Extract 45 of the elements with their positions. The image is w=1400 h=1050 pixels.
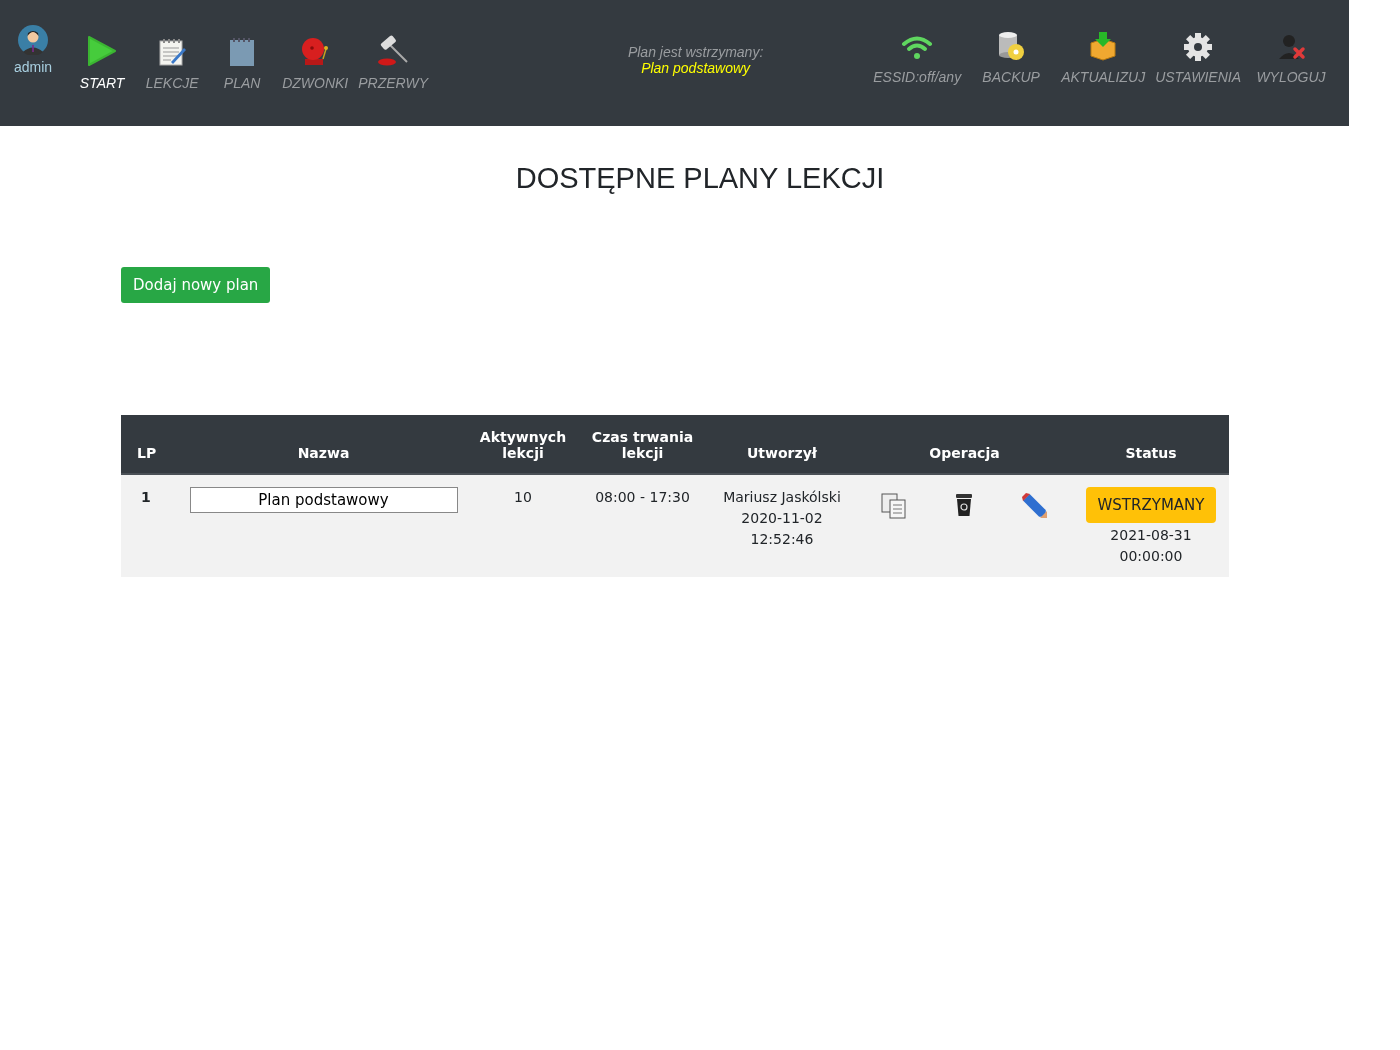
table-cell-text: 2020-11-02 bbox=[740, 509, 824, 528]
table-cell-text: 12:52:46 bbox=[749, 530, 815, 549]
nav-item[interactable]: DZWONKI bbox=[278, 35, 353, 91]
table-cell: 1 bbox=[121, 474, 178, 577]
database-disc-icon bbox=[997, 31, 1026, 61]
play-icon bbox=[87, 35, 118, 67]
user-remove-icon bbox=[1276, 33, 1306, 61]
table-cell: 08:00 - 17:30 bbox=[577, 474, 708, 577]
trash-icon[interactable] bbox=[954, 493, 975, 517]
column-header: Aktywnych lekcji bbox=[469, 415, 577, 474]
nav-item[interactable]: USTAWIENIA bbox=[1151, 33, 1245, 85]
settings-icon bbox=[1184, 33, 1213, 61]
pencil-icon[interactable] bbox=[1022, 493, 1048, 519]
column-header: Operacja bbox=[856, 415, 1073, 474]
nav-item[interactable]: PRZERWY bbox=[354, 35, 432, 91]
copy-icon[interactable] bbox=[880, 493, 907, 519]
wifi-icon bbox=[901, 35, 934, 61]
nav-item[interactable]: START bbox=[68, 35, 137, 91]
user-avatar-icon bbox=[18, 25, 49, 55]
user-name: admin bbox=[14, 59, 53, 75]
add-plan-button[interactable]: Dodaj nowy plan bbox=[121, 267, 271, 303]
plan-name-field[interactable]: Plan podstawowy bbox=[189, 487, 458, 513]
user-link[interactable]: admin bbox=[10, 25, 57, 91]
nav-item[interactable]: PLAN bbox=[208, 37, 277, 91]
nav-item[interactable]: BACKUP bbox=[967, 31, 1056, 85]
nav-item[interactable]: ESSID:off/any bbox=[869, 35, 966, 85]
notebook-icon bbox=[229, 37, 256, 67]
table-cell-text: Mariusz Jaskólski bbox=[722, 488, 842, 507]
table-cell-text: 2021-08-31 bbox=[1109, 526, 1193, 545]
column-header: Utworzył bbox=[708, 415, 856, 474]
column-header: LP bbox=[121, 415, 178, 474]
status-button[interactable]: WSTRZYMANY bbox=[1085, 487, 1217, 523]
box-download-icon bbox=[1088, 31, 1119, 61]
column-header: Status bbox=[1073, 415, 1229, 474]
nav-item[interactable]: LEKCJE bbox=[138, 37, 207, 91]
column-header: Nazwa bbox=[178, 415, 469, 474]
plan-status-name: Plan podstawowy bbox=[640, 60, 752, 76]
notepad-pencil-icon bbox=[157, 37, 188, 67]
nav-item[interactable]: WYLOGUJ bbox=[1247, 33, 1335, 85]
plan-status-label: Plan jest wstrzymany: bbox=[627, 44, 764, 60]
table-cell-text: 00:00:00 bbox=[1118, 547, 1184, 566]
column-header: Czas trwania lekcji bbox=[577, 415, 708, 474]
table-cell: 10 bbox=[469, 474, 577, 577]
page-title: DOSTĘPNE PLANY LEKCJI bbox=[515, 162, 885, 195]
nav-item[interactable]: AKTUALIZUJ bbox=[1057, 31, 1150, 85]
